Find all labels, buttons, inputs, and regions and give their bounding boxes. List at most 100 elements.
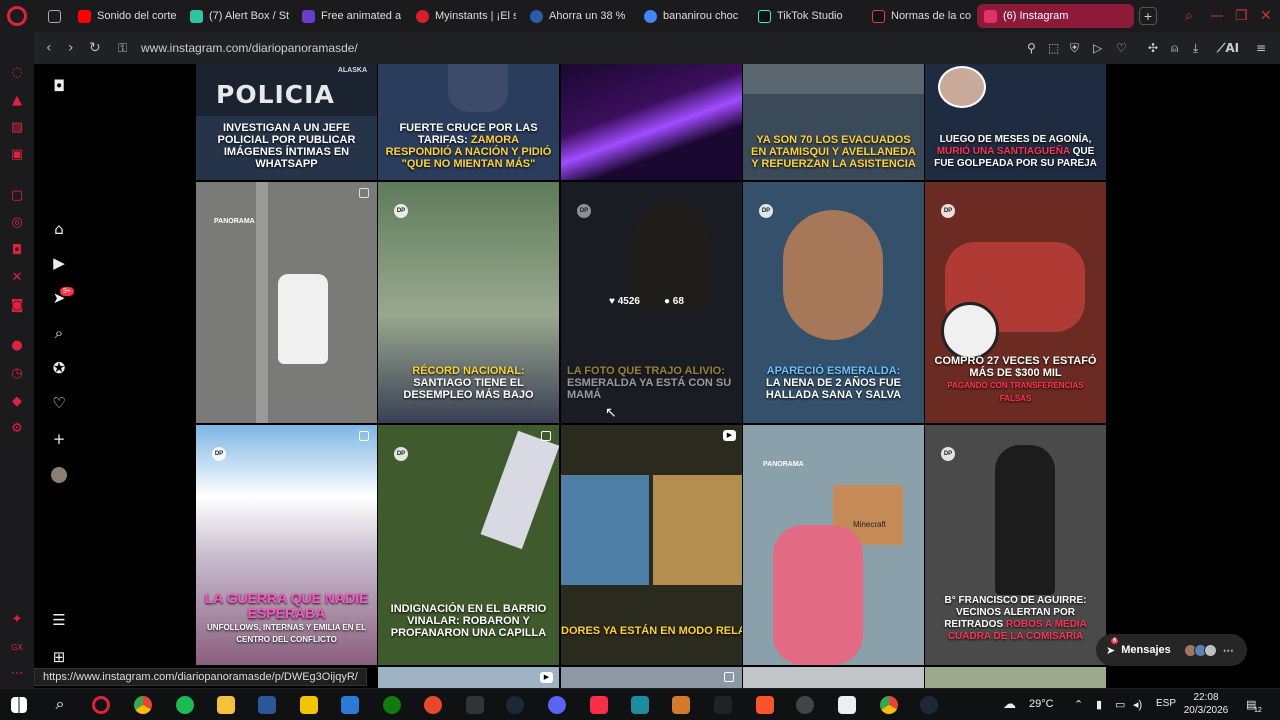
- epic-games-icon[interactable]: [466, 696, 484, 714]
- downloads-icon[interactable]: ⤓: [1193, 41, 1198, 56]
- tab-instagram[interactable]: (6) Instagram: [977, 4, 1134, 28]
- reels-icon[interactable]: ▶: [50, 254, 68, 272]
- spotify-icon[interactable]: ●: [9, 338, 25, 354]
- easy-setup-icon[interactable]: ≡: [1256, 41, 1266, 55]
- snapshot-icon[interactable]: ⬚: [1048, 41, 1059, 55]
- discord-icon[interactable]: [548, 696, 566, 714]
- clock[interactable]: 22:08 20/3/2026: [1180, 691, 1232, 717]
- windows-start-icon[interactable]: [11, 697, 27, 713]
- post-tile[interactable]: DP INDIGNACIÓN EN EL BARRIO VINALAR: ROB…: [378, 425, 559, 665]
- send-icon[interactable]: ▷: [1093, 41, 1102, 55]
- music-icon[interactable]: [590, 696, 608, 714]
- post-tile[interactable]: YA SON 70 LOS EVACUADOS EN ATAMISQUI Y A…: [743, 64, 924, 180]
- post-tile[interactable]: DP COMPRÓ 27 VECES Y ESTAFÓ MÁS DE $300 …: [925, 182, 1106, 423]
- extensions-puzzle-icon[interactable]: ✣: [1148, 41, 1158, 55]
- also-from-meta-icon[interactable]: ⊞: [50, 648, 68, 666]
- tray-chevron-icon[interactable]: ⌃: [1074, 698, 1083, 711]
- post-tile[interactable]: Minecraft PANORAMA: [743, 425, 924, 665]
- tab-switcher-icon[interactable]: [44, 4, 66, 28]
- opera-logo-icon[interactable]: [7, 6, 27, 26]
- post-tile[interactable]: LUEGO DE MESES DE AGONÍA, MURIÓ UNA SANT…: [925, 64, 1106, 180]
- close-window-button[interactable]: ✕: [1260, 8, 1272, 24]
- instagram-icon[interactable]: ◘: [9, 243, 25, 259]
- profile-avatar[interactable]: [51, 467, 67, 483]
- search-icon[interactable]: ⌕: [51, 696, 69, 714]
- settings-icon[interactable]: ⚙: [9, 421, 25, 437]
- tab-tiktok-studio[interactable]: TikTok Studio: [754, 4, 858, 28]
- extensions-icon[interactable]: ◆: [9, 394, 25, 410]
- steam-icon[interactable]: [506, 696, 524, 714]
- whatsapp-icon[interactable]: ◎: [9, 215, 25, 231]
- tab-google-search[interactable]: bananirou choc: [640, 4, 744, 28]
- post-tile[interactable]: DP RÉCORD NACIONAL: SANTIAGO TIENE EL DES…: [378, 182, 559, 423]
- new-tab-button[interactable]: +: [1139, 7, 1157, 25]
- app-icon[interactable]: [714, 696, 732, 714]
- home-icon[interactable]: ⌂: [50, 220, 68, 238]
- post-tile[interactable]: ▶: [378, 667, 559, 688]
- gx-mods-icon[interactable]: ✦: [9, 612, 25, 628]
- post-tile[interactable]: [925, 667, 1106, 688]
- search-tabs-icon[interactable]: ⌕: [1185, 8, 1193, 24]
- xbox-icon[interactable]: [383, 696, 401, 714]
- post-tile[interactable]: [561, 64, 742, 180]
- post-tile[interactable]: DP APARECIÓ ESMERALDA: LA NENA DE 2 AÑOS …: [743, 182, 924, 423]
- app-icon[interactable]: [300, 696, 318, 714]
- network-icon[interactable]: ▭: [1115, 698, 1125, 711]
- notifications-heart-icon[interactable]: ♡: [50, 394, 68, 412]
- tab-youtube[interactable]: Sonido del corte: [74, 4, 178, 28]
- ea-icon[interactable]: [424, 696, 442, 714]
- tab-steam-offer[interactable]: Ahorra un 38 %: [526, 4, 630, 28]
- back-button[interactable]: ‹: [46, 40, 52, 56]
- chrome-icon[interactable]: [880, 696, 898, 714]
- temperature[interactable]: 29°C: [1029, 698, 1054, 710]
- file-explorer-icon[interactable]: [217, 696, 235, 714]
- create-icon[interactable]: +: [50, 430, 68, 448]
- messages-button[interactable]: ➤ 6 Mensajes ⋯: [1096, 634, 1247, 666]
- post-tile[interactable]: DP B° FRANCISCO DE AGUIRRE: VECINOS ALER…: [925, 425, 1106, 665]
- gx-icon[interactable]: GX: [9, 640, 25, 656]
- more-icon[interactable]: ⋯: [9, 666, 25, 682]
- menu-icon[interactable]: ☰: [50, 611, 68, 629]
- post-tile[interactable]: ▶ DORES YA ESTÁN EN MODO RELAX: AI: [561, 425, 742, 665]
- forward-button[interactable]: ›: [68, 40, 74, 56]
- capcut-icon[interactable]: [672, 696, 690, 714]
- twitch-icon[interactable]: ▢: [9, 188, 25, 204]
- post-tile[interactable]: [743, 667, 924, 688]
- app-icon[interactable]: [631, 696, 649, 714]
- x-icon[interactable]: ✕: [9, 270, 25, 286]
- history-icon[interactable]: ◷: [9, 366, 25, 382]
- bookmark-heart-icon[interactable]: ♡: [1116, 41, 1127, 55]
- volume-icon[interactable]: ◂): [1133, 698, 1142, 711]
- tab-tiktok-normas[interactable]: Normas de la co: [868, 4, 972, 28]
- language-indicator[interactable]: ESP: [1156, 698, 1176, 709]
- profile-icon[interactable]: ⍝: [1171, 41, 1178, 56]
- post-tile[interactable]: DP ♥ 4526 ● 68 LA FOTO QUE TRAJO ALIVIO:…: [561, 182, 742, 423]
- reload-button[interactable]: ↻: [89, 40, 101, 56]
- url-field[interactable]: www.instagram.com/diariopanoramasde/: [141, 41, 358, 55]
- post-tile[interactable]: POLICIA ALASKA INVESTIGAN A UN JEFE POLI…: [196, 64, 377, 180]
- chrome-icon[interactable]: [134, 696, 152, 714]
- microphone-icon[interactable]: ▮: [1096, 698, 1102, 711]
- maximize-button[interactable]: ❐: [1235, 8, 1248, 24]
- minimize-button[interactable]: —: [1210, 8, 1224, 24]
- ai-button[interactable]: ⟋AI: [1217, 41, 1239, 56]
- aria-icon[interactable]: ◌: [9, 65, 25, 81]
- search-icon[interactable]: ⌕: [50, 324, 68, 342]
- capcut-icon[interactable]: [838, 696, 856, 714]
- tab-alert-box[interactable]: (7) Alert Box / St: [186, 4, 290, 28]
- pin-icon[interactable]: ⚲: [1027, 41, 1036, 55]
- app-icon[interactable]: [341, 696, 359, 714]
- opera-gx-icon[interactable]: [92, 696, 110, 714]
- tab-islands-icon[interactable]: ▨: [9, 120, 25, 136]
- instagram-logo-icon[interactable]: ◘: [50, 77, 68, 95]
- adblock-icon[interactable]: ⛨: [1070, 41, 1079, 56]
- news-icon[interactable]: ▣: [9, 147, 25, 163]
- spotify-icon[interactable]: [176, 696, 194, 714]
- brave-icon[interactable]: [756, 696, 774, 714]
- post-tile[interactable]: [561, 667, 742, 688]
- post-tile[interactable]: PANORAMA: [196, 182, 377, 423]
- app-icon[interactable]: [796, 696, 814, 714]
- tab-myinstants[interactable]: Myinstants | ¡El s: [412, 4, 516, 28]
- post-tile[interactable]: DP LA GUERRA QUE NADIE ESPERABA UNFOLLOWS…: [196, 425, 377, 665]
- word-icon[interactable]: [258, 696, 276, 714]
